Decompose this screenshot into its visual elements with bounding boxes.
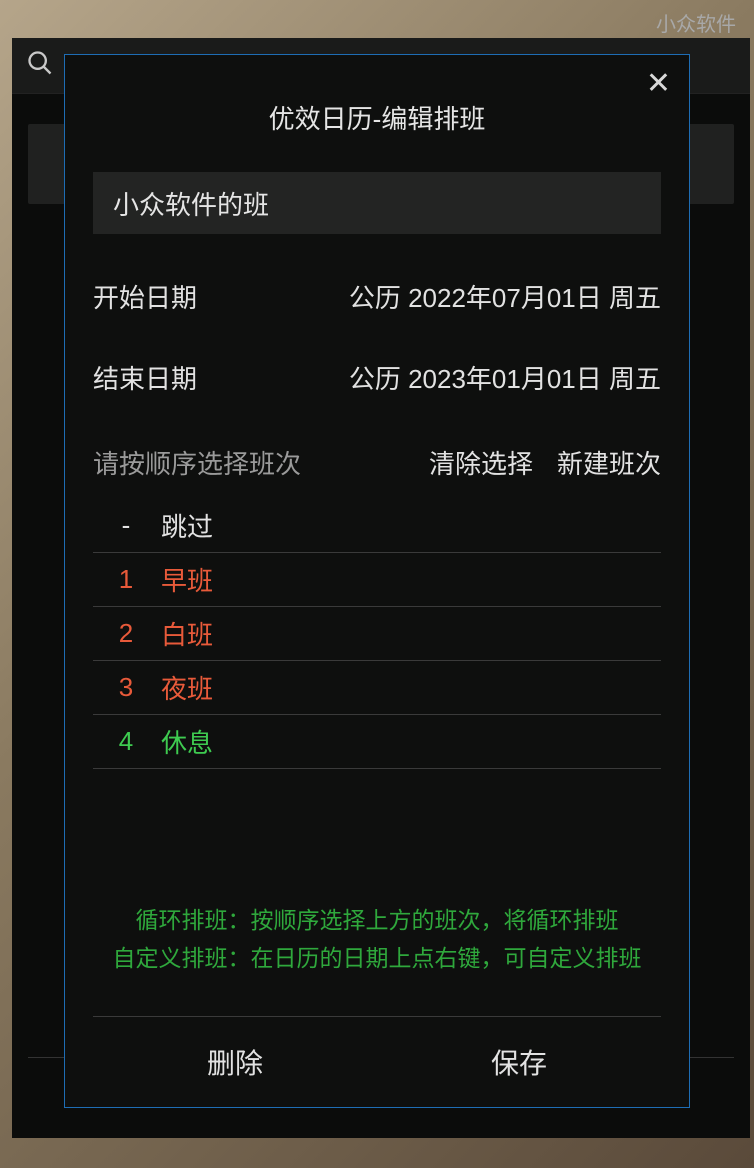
start-date-label: 开始日期 — [93, 278, 197, 315]
end-date-value: 公历 2023年01月01日 周五 — [349, 359, 661, 396]
shift-item[interactable]: -跳过 — [93, 499, 661, 553]
dialog-title: 优效日历-编辑排班 — [93, 99, 661, 136]
watermark-text: 小众软件 — [656, 8, 736, 37]
start-date-value: 公历 2022年07月01日 周五 — [349, 278, 661, 315]
delete-button[interactable]: 删除 — [93, 1017, 377, 1107]
tip-line-1: 循环排班：按顺序选择上方的班次，将循环排班 — [93, 902, 661, 940]
shift-item[interactable]: 3 夜班 — [93, 661, 661, 715]
shift-item[interactable]: 4 休息 — [93, 715, 661, 769]
shift-number: 2 — [103, 618, 149, 649]
dialog-backdrop: ✕ 优效日历-编辑排班 开始日期 公历 2022年07月01日 周五 结束日期 … — [0, 0, 754, 1168]
shift-name-input[interactable] — [93, 172, 661, 234]
new-shift-button[interactable]: 新建班次 — [557, 444, 661, 481]
search-icon — [26, 49, 54, 82]
shift-item[interactable]: 1 早班 — [93, 553, 661, 607]
tip-line-2: 自定义排班：在日历的日期上点右键，可自定义排班 — [93, 940, 661, 978]
clear-selection-button[interactable]: 清除选择 — [429, 444, 533, 481]
close-icon[interactable]: ✕ — [646, 69, 671, 99]
shift-label: 白班 — [161, 615, 213, 652]
edit-shift-dialog: ✕ 优效日历-编辑排班 开始日期 公历 2022年07月01日 周五 结束日期 … — [64, 54, 690, 1108]
shift-number: - — [103, 510, 149, 541]
shift-number: 4 — [103, 726, 149, 757]
end-date-row[interactable]: 结束日期 公历 2023年01月01日 周五 — [93, 359, 661, 396]
end-date-label: 结束日期 — [93, 359, 197, 396]
shift-label: 休息 — [161, 723, 213, 760]
save-button[interactable]: 保存 — [377, 1017, 661, 1107]
shift-label: 跳过 — [161, 507, 213, 544]
dialog-button-row: 删除 保存 — [93, 1017, 661, 1107]
shift-label: 夜班 — [161, 669, 213, 706]
shift-order-label: 请按顺序选择班次 — [93, 444, 301, 481]
shift-label: 早班 — [161, 561, 213, 598]
tips-block: 循环排班：按顺序选择上方的班次，将循环排班 自定义排班：在日历的日期上点右键，可… — [93, 902, 661, 988]
shift-number: 1 — [103, 564, 149, 595]
shift-list-header: 请按顺序选择班次 清除选择 新建班次 — [93, 444, 661, 481]
shift-number: 3 — [103, 672, 149, 703]
start-date-row[interactable]: 开始日期 公历 2022年07月01日 周五 — [93, 278, 661, 315]
shift-actions: 清除选择 新建班次 — [429, 444, 661, 481]
shift-item[interactable]: 2 白班 — [93, 607, 661, 661]
shift-list: -跳过 1 早班 2 白班 3 夜班 4 休息 — [93, 499, 661, 769]
